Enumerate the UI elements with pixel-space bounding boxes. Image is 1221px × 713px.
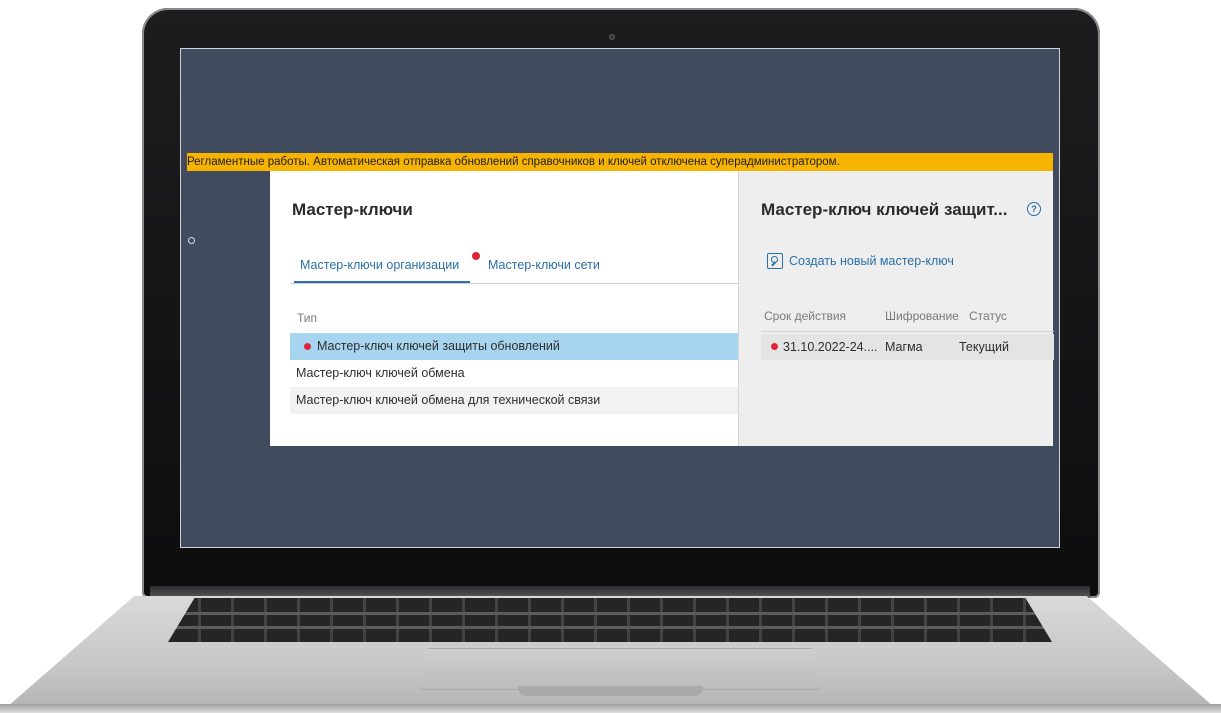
alert-dot-icon <box>771 343 778 350</box>
key-icon <box>767 253 783 269</box>
status-cell: Текущий <box>959 340 1009 354</box>
table-row[interactable]: Мастер-ключ ключей защиты обновлений <box>290 333 738 360</box>
row-label: Мастер-ключ ключей защиты обновлений <box>317 339 560 353</box>
column-header-type: Тип <box>297 311 318 325</box>
tab-organization-keys[interactable]: Мастер-ключи организации <box>294 252 480 283</box>
table-row[interactable]: Мастер-ключ ключей обмена <box>290 360 738 387</box>
lid-notch <box>518 686 703 696</box>
table-row[interactable]: 31.10.2022-24.... Магма Текущий <box>761 334 1054 360</box>
alert-dot-icon <box>472 252 480 260</box>
row-label: Мастер-ключ ключей обмена <box>296 366 465 380</box>
table-row[interactable]: Мастер-ключ ключей обмена для техническо… <box>290 387 738 414</box>
laptop-bottom-edge <box>0 704 1221 713</box>
webcam <box>609 34 615 40</box>
keyboard <box>168 598 1052 642</box>
trackpad <box>420 648 820 690</box>
column-header-encryption: Шифрование <box>885 309 959 323</box>
tab-bar: Мастер-ключи организации Мастер-ключи се… <box>290 252 738 284</box>
master-keys-panel: Мастер-ключи Мастер-ключи организации Ма… <box>270 171 738 446</box>
row-label: Мастер-ключ ключей обмена для техническо… <box>296 393 601 407</box>
tab-network-keys[interactable]: Мастер-ключи сети <box>488 253 600 283</box>
divider <box>761 331 1054 332</box>
page-title: Мастер-ключи <box>292 200 413 219</box>
tab-label: Мастер-ключи сети <box>488 258 600 272</box>
column-header-status: Статус <box>969 309 1007 323</box>
app-screen: Регламентные работы. Автоматическая отпр… <box>180 48 1060 548</box>
sidebar-circle-icon[interactable] <box>188 237 195 244</box>
details-title: Мастер-ключ ключей защит... <box>761 200 1008 219</box>
key-details-panel: Мастер-ключ ключей защит... ? Создать но… <box>738 171 1054 446</box>
maintenance-banner: Регламентные работы. Автоматическая отпр… <box>187 153 1053 171</box>
encryption-cell: Магма <box>885 340 923 354</box>
column-header-validity: Срок действия <box>764 309 847 323</box>
create-master-key-button[interactable]: Создать новый мастер-ключ <box>767 251 954 271</box>
question-circle-icon[interactable]: ? <box>1027 202 1041 216</box>
validity-cell: 31.10.2022-24.... <box>783 340 878 354</box>
tab-label: Мастер-ключи организации <box>300 258 460 272</box>
alert-dot-icon <box>304 343 311 350</box>
create-master-key-label: Создать новый мастер-ключ <box>789 254 954 268</box>
